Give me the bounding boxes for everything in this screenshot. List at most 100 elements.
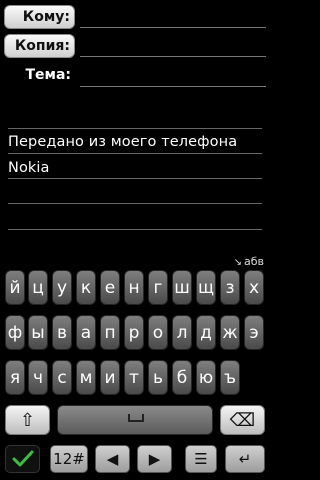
key[interactable]: я: [5, 360, 25, 395]
key[interactable]: ъ: [220, 360, 240, 395]
key-label: ю: [198, 367, 214, 388]
key-label: ж: [222, 322, 238, 343]
cc-label: Копия:: [14, 38, 70, 54]
numeric-mode-label: 12#: [53, 450, 85, 468]
checkmark-icon: [12, 450, 33, 467]
body-line: [8, 128, 262, 129]
key-label: у: [56, 277, 68, 298]
to-label: Кому:: [22, 9, 70, 25]
key[interactable]: щ: [196, 270, 216, 305]
key[interactable]: л: [172, 315, 192, 350]
key-label: щ: [197, 277, 214, 298]
key-label: м: [79, 367, 93, 388]
key-label: ь: [152, 367, 164, 388]
key[interactable]: п: [100, 315, 120, 350]
key-label: н: [128, 277, 140, 298]
key[interactable]: ш: [172, 270, 192, 305]
options-menu-button[interactable]: ☰: [185, 445, 217, 473]
key[interactable]: ч: [28, 360, 48, 395]
space-icon: [128, 414, 144, 422]
key-label: э: [249, 322, 259, 343]
key[interactable]: ь: [148, 360, 168, 395]
key[interactable]: у: [52, 270, 72, 305]
key[interactable]: г: [148, 270, 168, 305]
key-label: т: [129, 367, 139, 388]
key-label: б: [176, 367, 188, 388]
message-line-1[interactable]: Передано из моего телефона: [8, 134, 237, 150]
key[interactable]: д: [196, 315, 216, 350]
backspace-key[interactable]: ⌫: [220, 405, 265, 435]
shift-icon: ⇧: [19, 409, 36, 431]
shift-key[interactable]: ⇧: [5, 405, 50, 435]
done-button[interactable]: [5, 445, 40, 473]
key-label: я: [9, 367, 21, 388]
message-line-2[interactable]: Nokia: [8, 160, 50, 176]
key[interactable]: т: [124, 360, 144, 395]
key-label: е: [104, 277, 116, 298]
backspace-icon: ⌫: [229, 409, 256, 431]
key[interactable]: о: [148, 315, 168, 350]
key[interactable]: ю: [196, 360, 216, 395]
key[interactable]: м: [76, 360, 96, 395]
key-label: з: [225, 277, 235, 298]
key[interactable]: ф: [5, 315, 25, 350]
key-label: в: [56, 322, 68, 343]
key[interactable]: е: [100, 270, 120, 305]
cc-field[interactable]: [80, 56, 266, 57]
key-label: п: [104, 322, 116, 343]
key-label: ш: [174, 277, 190, 298]
key[interactable]: х: [244, 270, 264, 305]
key-label: ы: [31, 322, 45, 343]
key[interactable]: к: [76, 270, 96, 305]
key-label: й: [9, 277, 21, 298]
key-label: ц: [32, 277, 44, 298]
body-line: [8, 153, 262, 154]
cc-button[interactable]: Копия:: [4, 34, 75, 58]
key-label: к: [80, 277, 92, 298]
cursor-left-button[interactable]: ◀: [95, 445, 130, 473]
key-label: д: [200, 322, 212, 343]
key[interactable]: ж: [220, 315, 240, 350]
to-field[interactable]: [80, 27, 266, 28]
key[interactable]: й: [5, 270, 25, 305]
key-label: ф: [7, 322, 23, 343]
key-label: л: [176, 322, 188, 343]
key[interactable]: с: [52, 360, 72, 395]
key[interactable]: и: [100, 360, 120, 395]
key[interactable]: э: [244, 315, 264, 350]
body-line: [8, 178, 262, 179]
key[interactable]: ы: [28, 315, 48, 350]
arrow-left-icon: ◀: [106, 450, 119, 468]
key[interactable]: в: [52, 315, 72, 350]
space-key[interactable]: [57, 405, 213, 435]
subject-label-text: Тема:: [25, 67, 71, 83]
key[interactable]: а: [76, 315, 96, 350]
key[interactable]: з: [220, 270, 240, 305]
key-label: а: [80, 322, 92, 343]
body-line: [8, 203, 262, 204]
arrow-right-icon: ▶: [148, 450, 161, 468]
to-button[interactable]: Кому:: [4, 5, 75, 29]
menu-lines-icon: ☰: [194, 450, 208, 468]
enter-key[interactable]: ↵: [225, 445, 265, 473]
key[interactable]: н: [124, 270, 144, 305]
cursor-right-button[interactable]: ▶: [137, 445, 172, 473]
key[interactable]: р: [124, 315, 144, 350]
subject-field[interactable]: [80, 86, 266, 87]
key-label: ъ: [223, 367, 236, 388]
key[interactable]: ц: [28, 270, 48, 305]
enter-icon: ↵: [238, 450, 252, 468]
key-label: ч: [32, 367, 44, 388]
key-label: г: [153, 277, 163, 298]
subject-label: Тема:: [4, 63, 75, 87]
key-label: р: [128, 322, 140, 343]
body-line: [8, 229, 262, 230]
input-mode-arrow-icon: ↘: [233, 257, 242, 268]
key-label: х: [248, 277, 260, 298]
input-mode-indicator[interactable]: ↘ абв: [234, 255, 264, 268]
key-label: с: [57, 367, 67, 388]
key[interactable]: б: [172, 360, 192, 395]
key-label: о: [152, 322, 164, 343]
input-mode-text: абв: [243, 255, 264, 268]
numeric-mode-button[interactable]: 12#: [50, 445, 88, 473]
